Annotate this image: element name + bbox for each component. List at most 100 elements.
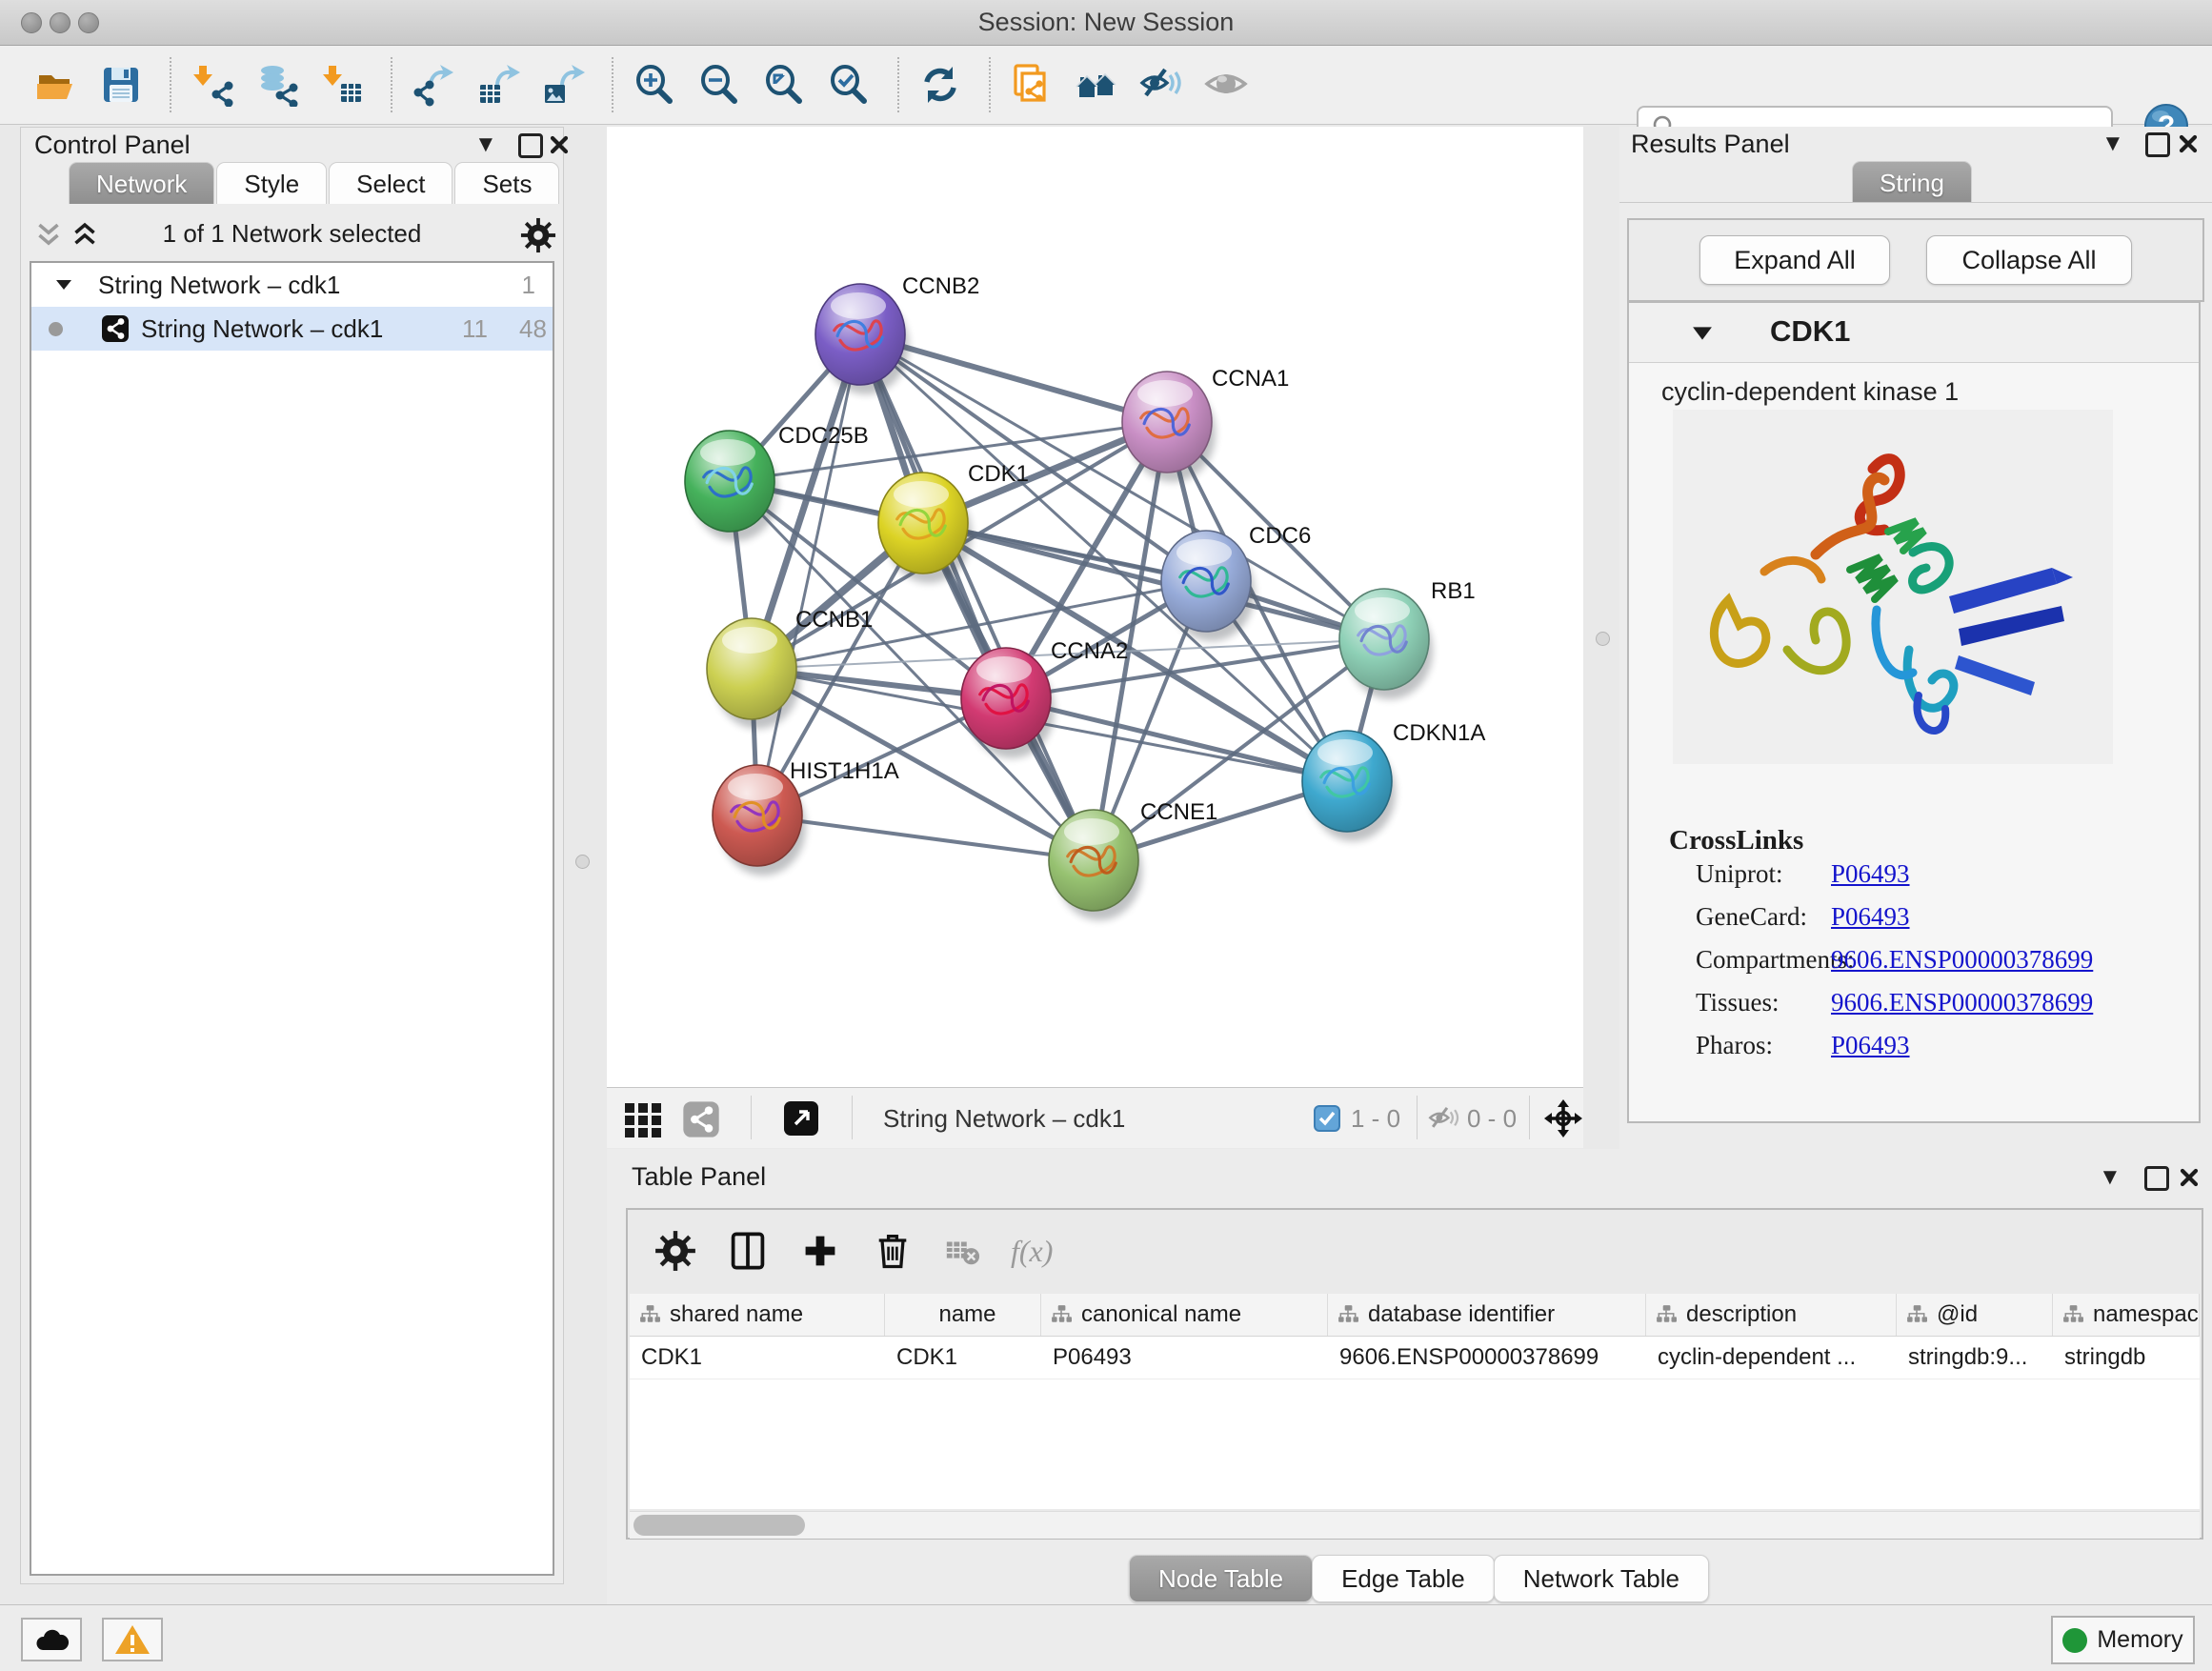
network-node-cdc25b[interactable] <box>685 431 778 541</box>
network-tree-root-row[interactable]: String Network – cdk1 1 <box>31 263 553 307</box>
birdseye-view-icon[interactable] <box>783 1100 819 1137</box>
tab-network-table[interactable]: Network Table <box>1494 1555 1709 1602</box>
panel-maximize-icon[interactable] <box>2145 132 2170 157</box>
panel-float-icon[interactable]: ▼ <box>474 131 497 158</box>
grid-view-icon[interactable] <box>623 1099 663 1139</box>
export-network-icon <box>412 63 455 107</box>
crosslink-link[interactable]: P06493 <box>1831 1031 1910 1060</box>
import-network-file-button[interactable] <box>189 58 236 111</box>
table-row[interactable]: CDK1CDK1P064939606.ENSP00000378699cyclin… <box>630 1337 2200 1379</box>
zoom-in-button[interactable] <box>631 58 678 111</box>
column-header[interactable]: database identifier <box>1328 1294 1646 1336</box>
warnings-button[interactable] <box>102 1618 163 1661</box>
network-node-cdk1[interactable] <box>878 473 972 583</box>
gene-card-header[interactable]: CDK1 <box>1629 303 2199 363</box>
network-edge[interactable] <box>757 334 860 815</box>
move-crosshair-icon[interactable] <box>1544 1099 1582 1137</box>
new-network-from-selection-button[interactable] <box>1008 58 1056 111</box>
collapse-caret-icon[interactable] <box>1692 324 1713 343</box>
export-image-button[interactable] <box>539 58 587 111</box>
fit-content-button[interactable] <box>760 58 808 111</box>
network-tree-child-row[interactable]: String Network – cdk1 11 48 <box>31 307 553 351</box>
crosslink-link[interactable]: P06493 <box>1831 902 1910 932</box>
crosslink-link[interactable]: 9606.ENSP00000378699 <box>1831 945 2093 975</box>
app-store-button[interactable] <box>21 1618 82 1661</box>
delete-column-icon[interactable] <box>872 1230 914 1272</box>
right-splitter-handle[interactable] <box>1596 632 1610 646</box>
network-view-icon[interactable] <box>682 1100 720 1138</box>
crosslink-link[interactable]: P06493 <box>1831 859 1910 889</box>
panel-float-icon[interactable]: ▼ <box>2101 131 2124 157</box>
network-node-ccna2[interactable] <box>961 648 1055 758</box>
panel-close-icon[interactable] <box>549 134 570 155</box>
expand-all-button[interactable]: Expand All <box>1699 235 1890 285</box>
tab-network[interactable]: Network <box>69 162 214 204</box>
network-edge[interactable] <box>757 815 1094 860</box>
scrollbar-thumb[interactable] <box>633 1515 805 1536</box>
tab-select[interactable]: Select <box>329 162 452 204</box>
tree-collapse-icon[interactable] <box>54 275 73 294</box>
node-table[interactable]: shared namenamecanonical namedatabase id… <box>630 1294 2200 1509</box>
refresh-view-button[interactable] <box>916 58 964 111</box>
tab-node-table[interactable]: Node Table <box>1129 1555 1313 1602</box>
node-count: 11 <box>462 314 488 344</box>
save-session-button[interactable] <box>97 58 145 111</box>
column-header-label: description <box>1686 1301 1797 1328</box>
column-header[interactable]: name <box>885 1294 1041 1336</box>
table-gear-icon[interactable] <box>654 1230 696 1272</box>
column-header[interactable]: description <box>1646 1294 1897 1336</box>
function-builder-icon[interactable]: f(x) <box>1011 1234 1053 1269</box>
first-neighbors-button[interactable] <box>1073 58 1120 111</box>
panel-close-icon[interactable] <box>2178 133 2199 154</box>
collapse-all-button[interactable]: Collapse All <box>1926 235 2132 285</box>
zoom-selected-button[interactable] <box>825 58 873 111</box>
table-cell[interactable]: CDK1 <box>630 1337 885 1379</box>
export-table-button[interactable] <box>474 58 522 111</box>
show-columns-icon[interactable] <box>727 1230 769 1272</box>
network-graph[interactable]: CCNB2CCNA1CDC25BCDK1CDC6RB1CCNB1CCNA2CDK… <box>607 127 1583 1087</box>
network-canvas[interactable]: CCNB2CCNA1CDC25BCDK1CDC6RB1CCNB1CCNA2CDK… <box>607 127 1583 1087</box>
hide-selected-button[interactable] <box>1137 58 1185 111</box>
column-header[interactable]: canonical name <box>1041 1294 1328 1336</box>
open-session-button[interactable] <box>32 58 80 111</box>
network-node-cdkn1a[interactable] <box>1302 731 1396 841</box>
column-header[interactable]: shared name <box>630 1294 885 1336</box>
table-cell[interactable]: CDK1 <box>885 1337 1041 1379</box>
add-column-icon[interactable] <box>799 1230 841 1272</box>
tab-string[interactable]: String <box>1852 161 1972 203</box>
network-selection-bar: 1 of 1 Network selected <box>21 211 563 259</box>
panel-close-icon[interactable] <box>2179 1167 2200 1188</box>
panel-maximize-icon[interactable] <box>518 133 543 158</box>
selected-checkbox-icon[interactable] <box>1314 1105 1340 1132</box>
warning-icon <box>114 1623 151 1656</box>
tab-edge-table[interactable]: Edge Table <box>1312 1555 1495 1602</box>
network-node-ccna1[interactable] <box>1122 372 1216 482</box>
tab-style[interactable]: Style <box>216 162 327 204</box>
horizontal-scrollbar[interactable] <box>630 1511 2200 1539</box>
zoom-out-button[interactable] <box>695 58 743 111</box>
left-splitter-handle[interactable] <box>575 855 590 869</box>
table-cell[interactable]: stringdb:9... <box>1897 1337 2053 1379</box>
network-node-rb1[interactable] <box>1339 589 1433 699</box>
network-node-ccne1[interactable] <box>1049 810 1142 920</box>
import-network-database-button[interactable] <box>253 58 301 111</box>
tab-sets[interactable]: Sets <box>454 162 559 204</box>
gear-icon[interactable] <box>520 217 556 253</box>
column-header[interactable]: namespac <box>2053 1294 2200 1336</box>
crosslink-link[interactable]: 9606.ENSP00000378699 <box>1831 988 2093 1017</box>
panel-maximize-icon[interactable] <box>2144 1166 2169 1191</box>
table-cell[interactable]: stringdb <box>2053 1337 2200 1379</box>
show-hidden-button[interactable] <box>1202 58 1250 111</box>
table-cell[interactable]: P06493 <box>1041 1337 1328 1379</box>
import-table-file-button[interactable] <box>318 58 366 111</box>
panel-float-icon[interactable]: ▼ <box>2099 1164 2122 1191</box>
network-node-ccnb2[interactable] <box>815 284 909 394</box>
export-network-button[interactable] <box>410 58 457 111</box>
table-cell[interactable]: cyclin-dependent ... <box>1646 1337 1897 1379</box>
memory-label: Memory <box>2097 1626 2182 1654</box>
column-header[interactable]: @id <box>1897 1294 2053 1336</box>
table-cell[interactable]: 9606.ENSP00000378699 <box>1328 1337 1646 1379</box>
results-panel: Results Panel ▼ String Expand All Collap… <box>1619 127 2212 1148</box>
memory-button[interactable]: Memory <box>2051 1616 2195 1664</box>
delete-table-icon[interactable] <box>944 1230 980 1272</box>
